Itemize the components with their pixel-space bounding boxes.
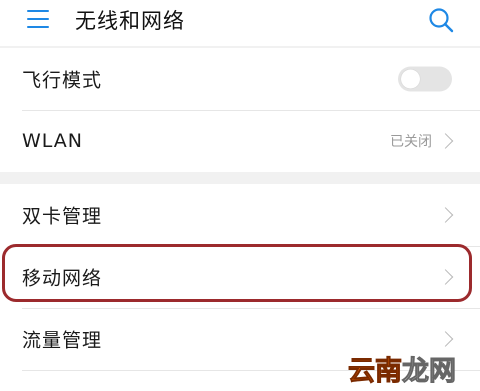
mobile-network-row[interactable]: 移动网络 — [0, 246, 480, 308]
settings-group-1: 飞行模式 WLAN 已关闭 — [0, 48, 480, 172]
chevron-right-icon — [437, 133, 454, 149]
chevron-right-icon — [437, 331, 454, 347]
dual-sim-label: 双卡管理 — [22, 205, 103, 228]
wlan-label: WLAN — [22, 130, 84, 152]
airplane-mode-label: 飞行模式 — [22, 69, 103, 92]
section-gap — [0, 172, 480, 184]
search-icon[interactable] — [427, 6, 455, 34]
watermark-part2: 龙网 — [402, 356, 457, 388]
airplane-mode-toggle[interactable] — [398, 66, 452, 92]
airplane-mode-row[interactable]: 飞行模式 — [0, 48, 480, 110]
toggle-knob — [401, 69, 420, 89]
app-header: 无线和网络 — [0, 0, 480, 46]
dual-sim-row[interactable]: 双卡管理 — [0, 184, 480, 246]
wlan-status: 已关闭 — [390, 134, 432, 150]
wlan-row[interactable]: WLAN 已关闭 — [0, 110, 480, 172]
watermark-part1: 云南 — [348, 356, 403, 388]
chevron-right-icon — [437, 207, 454, 223]
chevron-right-icon — [437, 269, 454, 285]
menu-icon[interactable] — [27, 10, 49, 28]
page-title: 无线和网络 — [75, 9, 185, 33]
data-usage-label: 流量管理 — [22, 329, 103, 352]
mobile-network-label: 移动网络 — [22, 267, 103, 290]
watermark: 云南龙网 — [348, 349, 457, 388]
